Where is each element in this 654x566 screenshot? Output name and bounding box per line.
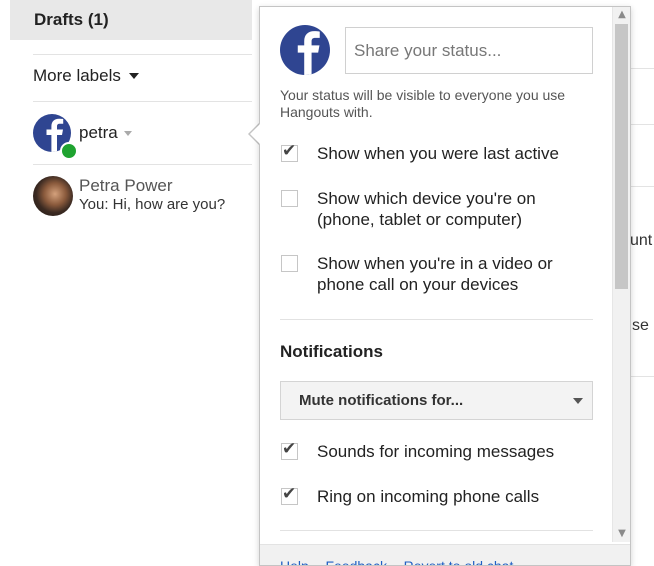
background-fragment: unt: [630, 232, 653, 249]
option-device[interactable]: Show which device you're on (phone, tabl…: [281, 188, 557, 230]
my-hangouts-profile[interactable]: petra: [33, 114, 132, 152]
background-fragment: se: [632, 317, 649, 334]
divider: [631, 376, 654, 377]
option-call-status[interactable]: Show when you're in a video or phone cal…: [281, 253, 577, 295]
check-icon: ✔: [282, 141, 297, 161]
divider: [33, 164, 252, 165]
contact-item[interactable]: Petra Power You: Hi, how are you?: [33, 176, 225, 216]
chevron-down-icon: [573, 398, 583, 404]
footer-separator: ·: [314, 558, 320, 566]
option-sounds[interactable]: ✔ Sounds for incoming messages: [281, 441, 554, 462]
hangouts-settings-popup: Your status will be visible to everyone …: [259, 6, 631, 566]
checkbox-unchecked[interactable]: [281, 190, 298, 207]
more-labels-text: More labels: [33, 66, 121, 85]
option-label: Sounds for incoming messages: [317, 442, 555, 461]
option-ring[interactable]: ✔ Ring on incoming phone calls: [281, 486, 539, 507]
contact-avatar: [33, 176, 73, 216]
check-icon: ✔: [282, 484, 297, 504]
checkbox-checked[interactable]: ✔: [281, 141, 298, 162]
my-name: petra: [79, 123, 118, 142]
option-last-active[interactable]: ✔ Show when you were last active: [281, 143, 559, 164]
option-label: Show when you're in a video or phone cal…: [317, 254, 553, 294]
checkbox-unchecked[interactable]: [281, 255, 298, 272]
facebook-f-icon: [280, 25, 330, 75]
divider: [631, 124, 654, 125]
contact-name: Petra Power: [79, 176, 173, 195]
popup-footer: Help · Feedback · Revert to old chat: [260, 544, 630, 566]
divider: [33, 101, 252, 102]
status-input[interactable]: [345, 27, 593, 74]
popup-pointer-fill: [250, 123, 261, 145]
divider: [631, 186, 654, 187]
contact-last-message: You: Hi, how are you?: [79, 196, 226, 213]
popup-scrollbar[interactable]: ▲ ▼: [612, 7, 630, 542]
online-dot-icon: [60, 142, 78, 160]
mute-dropdown-label: Mute notifications for...: [299, 392, 464, 409]
divider: [33, 54, 252, 55]
option-label: Show when you were last active: [317, 144, 559, 163]
option-label: Ring on incoming phone calls: [317, 487, 540, 506]
section-divider: [280, 319, 593, 320]
check-icon: ✔: [282, 439, 297, 459]
notifications-heading: Notifications: [280, 342, 383, 361]
footer-separator: ·: [392, 558, 398, 566]
caret-down-icon: [128, 73, 139, 79]
more-labels-toggle[interactable]: More labels: [33, 66, 139, 86]
chevron-down-icon[interactable]: [123, 130, 132, 136]
checkbox-checked[interactable]: ✔: [281, 439, 298, 460]
option-label: Show which device you're on (phone, tabl…: [317, 189, 536, 229]
feedback-link[interactable]: Feedback: [325, 558, 386, 565]
app-root: Drafts (1) More labels petra Petra Power…: [0, 0, 654, 566]
scrollbar-thumb[interactable]: [615, 24, 628, 289]
scroll-up-icon[interactable]: ▲: [616, 9, 628, 21]
checkbox-checked[interactable]: ✔: [281, 484, 298, 505]
scroll-down-icon[interactable]: ▼: [616, 528, 628, 540]
drafts-label: Drafts (1): [34, 10, 109, 29]
status-visibility-note: Your status will be visible to everyone …: [280, 87, 566, 120]
drafts-label-item[interactable]: Drafts (1): [10, 0, 252, 40]
revert-old-chat-link[interactable]: Revert to old chat: [404, 558, 514, 565]
mute-notifications-dropdown[interactable]: Mute notifications for...: [280, 381, 593, 420]
divider: [631, 68, 654, 69]
help-link[interactable]: Help: [280, 558, 309, 565]
section-divider: [280, 530, 593, 531]
